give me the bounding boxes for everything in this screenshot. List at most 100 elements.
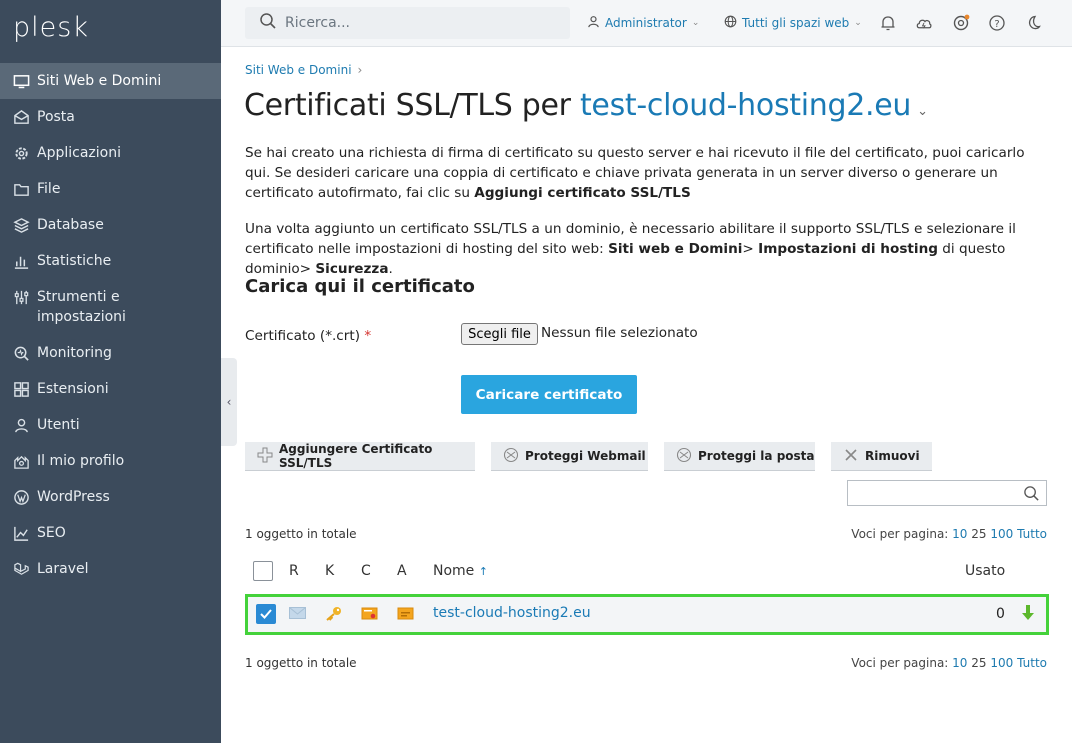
sidebar-item-label: Siti Web e Domini: [37, 73, 162, 89]
per-page-option[interactable]: 100: [990, 527, 1013, 541]
breadcrumb-item[interactable]: Siti Web e Domini: [245, 63, 352, 77]
wordpress-icon: [12, 488, 30, 506]
sidebar-item-label: Applicazioni: [37, 145, 121, 161]
sidebar-item-monitoring[interactable]: Monitoring: [0, 335, 221, 371]
help-icon[interactable]: ?: [988, 14, 1006, 32]
per-page-option[interactable]: Tutto: [1017, 656, 1047, 670]
folder-icon: [12, 180, 30, 198]
user-menu[interactable]: Administrator ⌄: [587, 15, 699, 31]
required-mark: *: [364, 328, 372, 344]
sidebar-item-label: Laravel: [37, 561, 89, 577]
chevron-down-icon[interactable]: ⌄: [917, 104, 928, 119]
page-title-domain[interactable]: test-cloud-hosting2.eu: [580, 88, 911, 123]
sidebar-nav: Siti Web e Domini Posta Applicazioni Fil…: [0, 63, 221, 587]
certificate-field-label: Certificato (*.crt) *: [245, 328, 371, 344]
gear-icon: [12, 144, 30, 162]
mail-icon: [12, 108, 30, 126]
monitor-icon: [12, 72, 30, 90]
secure-webmail-button[interactable]: Proteggi Webmail: [491, 442, 648, 471]
intro-bold-link-name: Aggiungi certificato SSL/TLS: [474, 185, 691, 201]
intro-text: .: [388, 261, 393, 277]
secure-mail-button[interactable]: Proteggi la posta: [664, 442, 815, 471]
file-status: Nessun file selezionato: [541, 325, 698, 341]
search-input[interactable]: Ricerca...: [245, 7, 570, 39]
sidebar-item-label: WordPress: [37, 489, 110, 505]
sidebar-item-label: Posta: [37, 109, 75, 125]
sidebar-item-label: Database: [37, 217, 104, 233]
sidebar-item-label: File: [37, 181, 61, 197]
cloud-icon[interactable]: [915, 14, 933, 32]
upload-section-title: Carica qui il certificato: [245, 276, 475, 297]
sidebar-item-users[interactable]: Utenti: [0, 407, 221, 443]
sidebar-collapse-toggle[interactable]: ‹: [221, 358, 237, 446]
sidebar-item-wordpress[interactable]: WordPress: [0, 479, 221, 515]
notifications-icon[interactable]: [879, 14, 897, 32]
row-checkbox[interactable]: [256, 604, 276, 624]
per-page-option[interactable]: Tutto: [1017, 527, 1047, 541]
subscriptions-menu[interactable]: Tutti gli spazi web ⌄: [724, 15, 862, 31]
column-used[interactable]: Usato: [965, 563, 1005, 579]
close-icon: [843, 447, 865, 466]
download-icon[interactable]: [1020, 604, 1036, 626]
per-page-option[interactable]: 10: [952, 527, 967, 541]
column-c: C: [361, 563, 371, 579]
plesk-logo[interactable]: plesk: [13, 12, 89, 43]
chevron-down-icon: ⌄: [854, 18, 862, 28]
chevron-down-icon: ⌄: [691, 18, 700, 28]
sidebar-item-laravel[interactable]: Laravel: [0, 551, 221, 587]
total-count: 1 oggetto in totale: [245, 527, 357, 541]
sidebar-item-files[interactable]: File: [0, 171, 221, 207]
lock-circle-icon: [676, 447, 698, 466]
certificate-icon: [361, 606, 378, 622]
certificate-name-link[interactable]: test-cloud-hosting2.eu: [433, 605, 591, 621]
dark-mode-icon[interactable]: [1024, 14, 1042, 32]
table-row[interactable]: test-cloud-hosting2.eu 0: [245, 594, 1049, 635]
sidebar-item-mail[interactable]: Posta: [0, 99, 221, 135]
per-page-option[interactable]: 100: [990, 656, 1013, 670]
sidebar-item-databases[interactable]: Database: [0, 207, 221, 243]
secure-mail-label: Proteggi la posta: [698, 449, 815, 463]
sidebar-item-label: Monitoring: [37, 345, 112, 361]
bar-chart-icon: [12, 252, 30, 270]
sidebar-item-statistics[interactable]: Statistiche: [0, 243, 221, 279]
per-page-selector: Voci per pagina: 10 25 100 Tutto: [851, 656, 1047, 670]
add-certificate-button[interactable]: Aggiungere Certificato SSL/TLS: [245, 442, 475, 471]
per-page-label: Voci per pagina:: [851, 656, 949, 670]
column-k: K: [325, 563, 335, 579]
per-page-option[interactable]: 25: [971, 656, 986, 670]
remove-label: Rimuovi: [865, 449, 920, 463]
list-search-input[interactable]: [847, 480, 1047, 506]
topbar: Ricerca... Administrator ⌄ Tutti gli spa…: [221, 0, 1072, 47]
column-name[interactable]: Nome ↑: [433, 563, 488, 579]
profile-icon: [12, 452, 30, 470]
user-menu-label: Administrator: [605, 16, 687, 30]
sidebar-item-websites[interactable]: Siti Web e Domini: [0, 63, 221, 99]
per-page-option[interactable]: 10: [952, 656, 967, 670]
ca-certificate-icon: [397, 606, 414, 622]
secure-webmail-label: Proteggi Webmail: [525, 449, 646, 463]
support-icon[interactable]: [952, 14, 970, 32]
add-certificate-label: Aggiungere Certificato SSL/TLS: [279, 442, 433, 470]
sidebar-item-seo[interactable]: SEO: [0, 515, 221, 551]
sidebar-item-tools-settings[interactable]: Strumenti e impostazioni: [0, 279, 221, 335]
sidebar-item-applications[interactable]: Applicazioni: [0, 135, 221, 171]
user-icon: [587, 15, 605, 31]
sidebar-item-label: Estensioni: [37, 381, 109, 397]
per-page-option[interactable]: 25: [971, 527, 986, 541]
key-icon: [325, 606, 341, 622]
extensions-icon: [12, 380, 30, 398]
search-placeholder: Ricerca...: [285, 15, 351, 31]
intro-paragraph-1: Se hai creato una richiesta di firma di …: [245, 143, 1050, 203]
svg-text:?: ?: [994, 19, 999, 30]
sidebar-item-profile[interactable]: Il mio profilo: [0, 443, 221, 479]
certificate-used-count: 0: [996, 606, 1005, 622]
intro-bold: Impostazioni di hosting: [758, 241, 938, 257]
remove-button[interactable]: Rimuovi: [831, 442, 932, 471]
select-all-checkbox[interactable]: [253, 561, 273, 581]
sidebar-item-extensions[interactable]: Estensioni: [0, 371, 221, 407]
choose-file-button[interactable]: Scegli file: [461, 323, 538, 345]
column-name-label: Nome: [433, 563, 475, 579]
column-r: R: [289, 563, 299, 579]
breadcrumb: Siti Web e Domini ›: [245, 63, 362, 77]
upload-certificate-button[interactable]: Caricare certificato: [461, 375, 637, 414]
